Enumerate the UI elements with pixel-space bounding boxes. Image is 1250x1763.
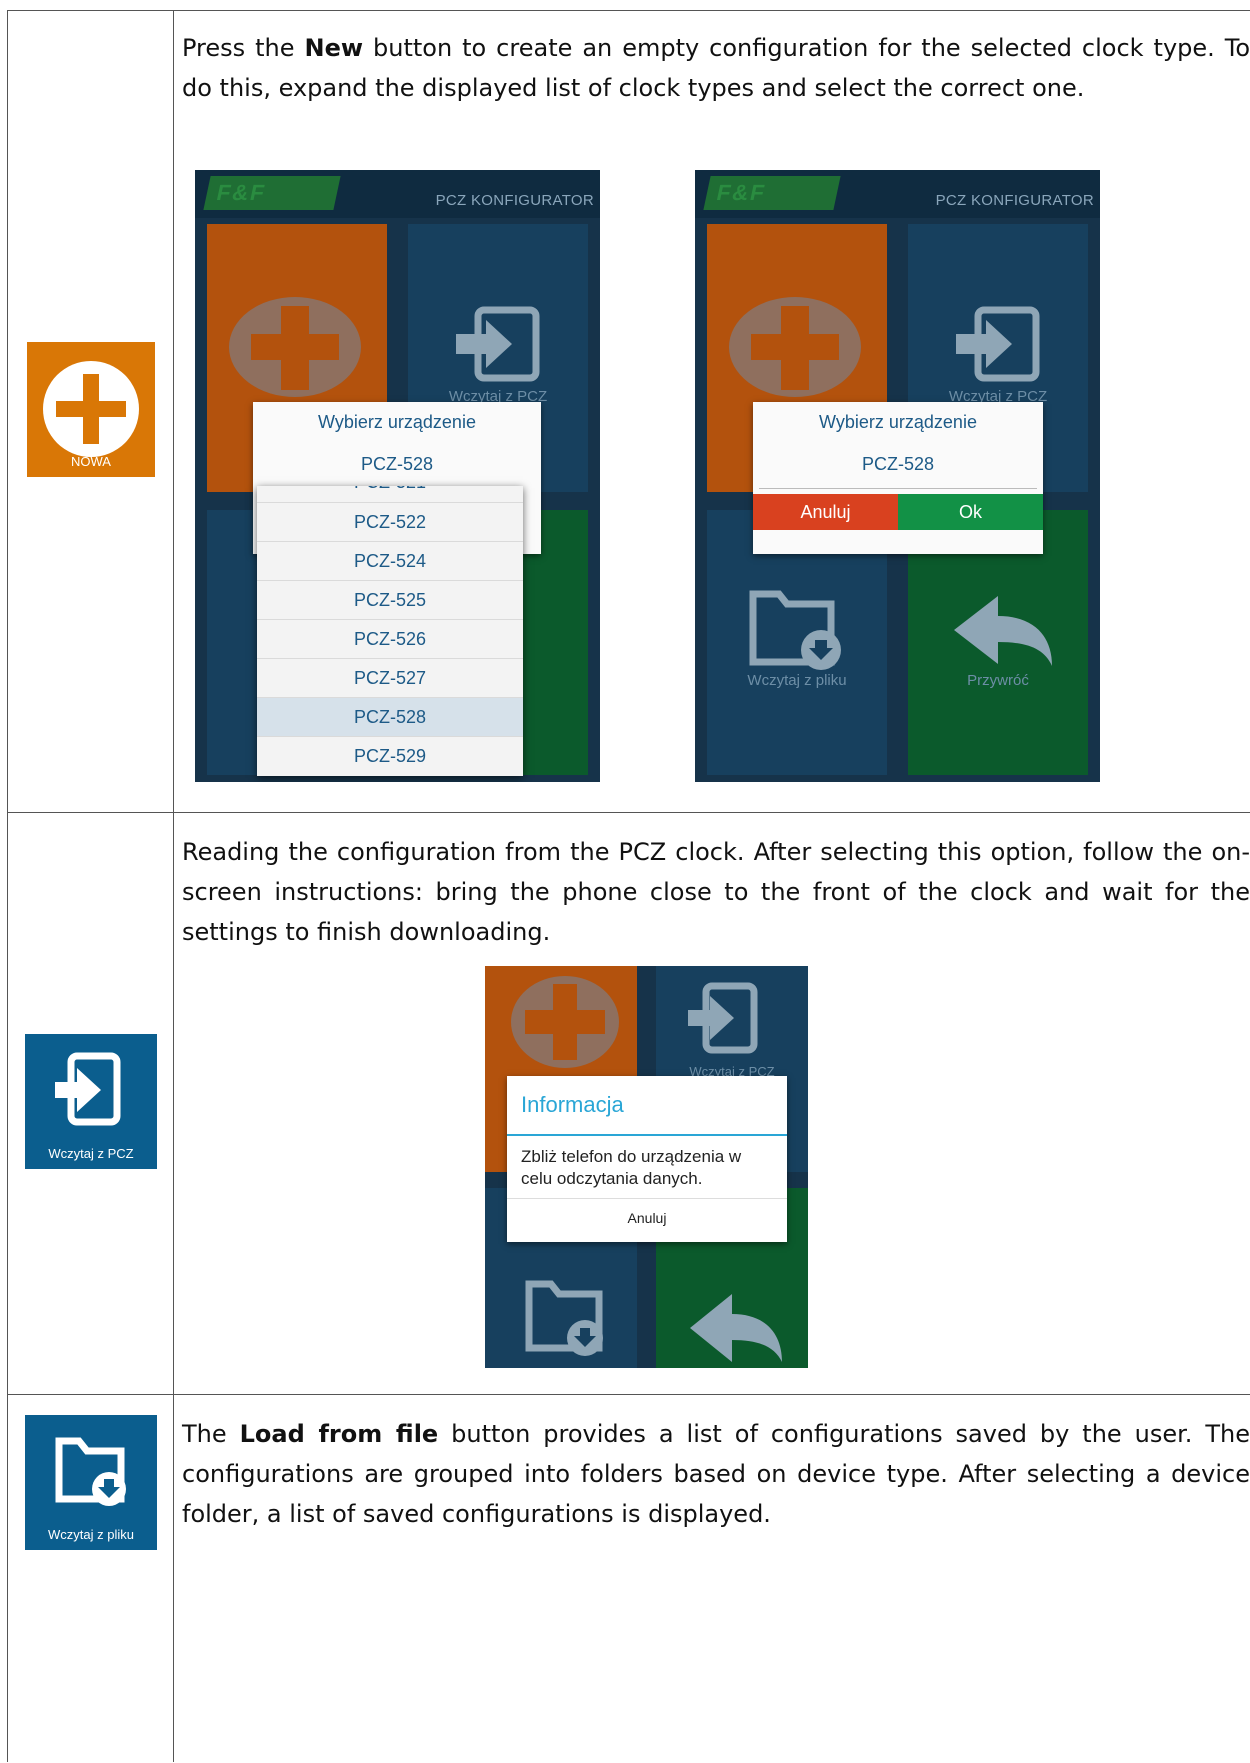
ok-button[interactable]: Ok: [898, 494, 1043, 530]
device-dropdown-list: PCZ-521 PCZ-522 PCZ-524 PCZ-525 PCZ-526 …: [257, 486, 523, 776]
app-header: F&F PCZ KONFIGURATOR: [695, 170, 1100, 218]
list-item[interactable]: PCZ-522: [257, 502, 523, 541]
new-app-icon: NOWA: [27, 342, 155, 477]
device-select[interactable]: PCZ-528: [753, 454, 1043, 475]
cancel-button[interactable]: Anuluj: [507, 1210, 787, 1226]
cancel-button[interactable]: Anuluj: [753, 494, 898, 530]
import-icon: [55, 1052, 121, 1126]
list-item[interactable]: PCZ-521: [257, 486, 523, 501]
load-file-app-icon: Wczytaj z pliku: [25, 1415, 157, 1550]
list-item[interactable]: PCZ-525: [257, 580, 523, 619]
row-text-load-file: The Load from file button provides a lis…: [182, 1420, 1250, 1528]
row-text-new: Press the New button to create an empty …: [182, 34, 1250, 102]
read-pcz-app-icon: Wczytaj z PCZ: [25, 1034, 157, 1169]
choose-device-dialog: Wybierz urządzenie PCZ-528 Anuluj Ok: [753, 402, 1043, 554]
row-text-read-pcz: Reading the configuration from the PCZ c…: [182, 838, 1250, 946]
document-table: Press the New button to create an empty …: [7, 10, 1250, 1762]
list-item[interactable]: PCZ-524: [257, 541, 523, 580]
info-dialog: Informacja Zbliż telefon do urządzenia w…: [507, 1076, 787, 1242]
plus-icon: [43, 361, 139, 457]
app-header: F&F PCZ KONFIGURATOR: [195, 170, 600, 218]
phone-screenshot-dropdown: F&F PCZ KONFIGURATOR Wczytaj z PCZ Wybie…: [195, 170, 600, 782]
list-item-selected[interactable]: PCZ-528: [257, 697, 523, 736]
folder-download-icon: [55, 1437, 126, 1506]
device-select[interactable]: PCZ-528: [253, 454, 541, 475]
phone-screenshot-dialog: F&F PCZ KONFIGURATOR Wczytaj z PCZ Wczyt…: [695, 170, 1100, 782]
list-item[interactable]: PCZ-526: [257, 619, 523, 658]
phone-screenshot-info: Wczytaj z PCZ Informacja Zbliż telefon d…: [485, 966, 808, 1368]
logo: F&F: [703, 176, 841, 210]
list-item[interactable]: PCZ-527: [257, 658, 523, 697]
logo: F&F: [203, 176, 341, 210]
list-item[interactable]: PCZ-529: [257, 736, 523, 775]
